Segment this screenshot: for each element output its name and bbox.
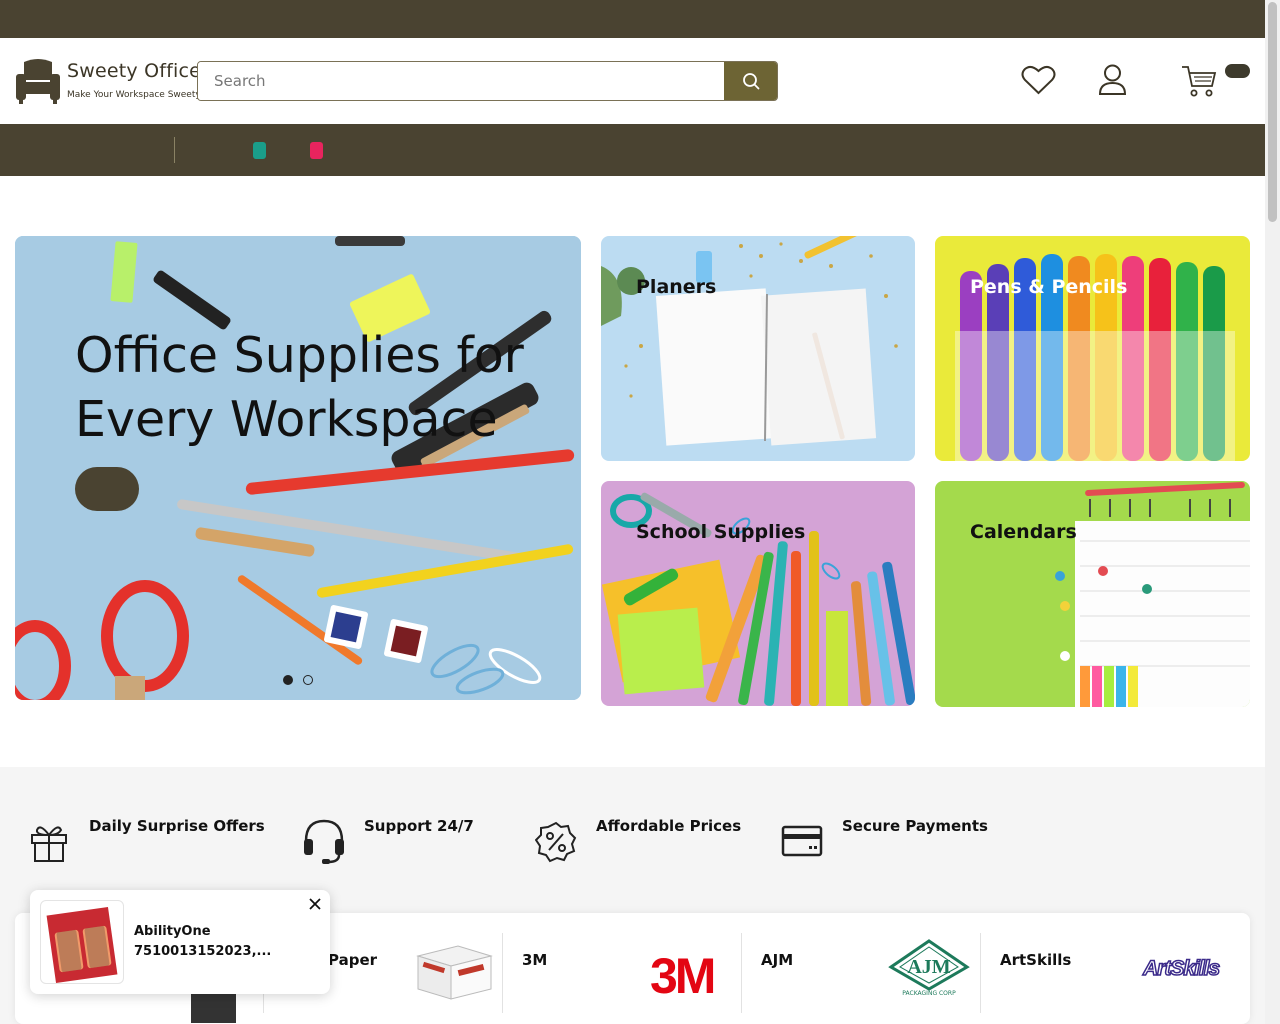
feature-label: Secure Payments <box>842 817 988 835</box>
search-icon <box>742 73 759 90</box>
hero-shop-button[interactable] <box>75 467 139 511</box>
brand-item-artskills[interactable]: ArtSkills ArtSkills <box>980 933 1240 1005</box>
feature-label: Support 24/7 <box>364 817 474 835</box>
brand-name: Paper <box>328 951 378 969</box>
heart-icon[interactable] <box>1021 64 1056 96</box>
carousel-dot-2[interactable] <box>303 675 313 685</box>
scrollbar-thumb[interactable] <box>1268 2 1277 222</box>
planner-notebook-image <box>601 236 915 461</box>
page-scrollbar[interactable] <box>1265 0 1280 1024</box>
category-label: Pens & Pencils <box>970 276 1128 298</box>
cart-icon[interactable] <box>1181 64 1217 98</box>
calendar-image <box>935 481 1250 707</box>
top-announcement-bar <box>0 0 1265 38</box>
gift-icon <box>31 826 67 862</box>
brand-item-ajm[interactable]: AJM AJM PACKAGING CORP <box>741 933 980 1005</box>
carousel-dots <box>283 675 313 685</box>
colored-pens-image <box>935 236 1250 461</box>
logo-name: Sweety Office <box>67 60 202 82</box>
category-tile-calendars[interactable]: Calendars <box>935 481 1250 707</box>
cart-count-badge <box>1225 64 1250 78</box>
hero-banner[interactable]: Office Supplies for Every Workspace <box>15 236 581 700</box>
category-label: School Supplies <box>636 521 806 543</box>
close-icon[interactable] <box>307 896 323 912</box>
brand-name: AJM <box>761 951 794 969</box>
ajm-logo: AJM PACKAGING CORP <box>888 939 970 1005</box>
credit-card-icon <box>781 825 823 857</box>
3m-logo: 3M <box>650 948 716 1004</box>
carousel-dot-1[interactable] <box>283 675 293 685</box>
category-label: Planers <box>636 276 717 298</box>
brand-name: 3M <box>522 951 548 969</box>
recent-purchase-popup[interactable]: AbilityOne 7510013152023,... <box>30 890 330 994</box>
search-button[interactable] <box>724 62 777 100</box>
site-logo[interactable]: Sweety Office Make Your Workspace Sweety <box>16 56 201 106</box>
logo-tagline: Make Your Workspace Sweety <box>67 90 201 100</box>
nav-badge-teal[interactable] <box>253 142 266 159</box>
armchair-icon <box>16 59 60 104</box>
category-label: Calendars <box>970 521 1077 543</box>
school-supplies-image <box>601 481 915 706</box>
headset-icon <box>304 819 344 864</box>
search-input[interactable] <box>198 62 726 100</box>
feature-label: Affordable Prices <box>596 817 742 835</box>
category-tile-pens-pencils[interactable]: Pens & Pencils <box>935 236 1250 461</box>
search-bar <box>197 61 778 101</box>
nav-badge-pink[interactable] <box>310 142 323 159</box>
paper-box-image <box>416 945 493 1000</box>
brand-item-3m[interactable]: 3M 3M <box>502 933 741 1005</box>
nav-divider <box>174 137 175 163</box>
ajm-logo-text: AJM <box>907 956 951 978</box>
category-tile-planers[interactable]: Planers <box>601 236 915 461</box>
artskills-logo: ArtSkills <box>1142 956 1221 981</box>
hero-title: Office Supplies for Every Workspace <box>75 327 524 448</box>
sticky-flags-image <box>46 907 118 983</box>
main-navigation <box>0 124 1265 176</box>
feature-label: Daily Surprise Offers <box>89 817 265 835</box>
brand-name: ArtSkills <box>1000 951 1072 969</box>
category-tile-school-supplies[interactable]: School Supplies <box>601 481 915 706</box>
discount-icon <box>535 821 577 863</box>
ajm-logo-subtext: PACKAGING CORP <box>902 990 956 997</box>
popup-product-image <box>40 900 124 984</box>
user-icon[interactable] <box>1098 64 1127 96</box>
popup-product-name[interactable]: AbilityOne 7510013152023,... <box>134 922 294 962</box>
site-header: Sweety Office Make Your Workspace Sweety <box>0 38 1265 124</box>
